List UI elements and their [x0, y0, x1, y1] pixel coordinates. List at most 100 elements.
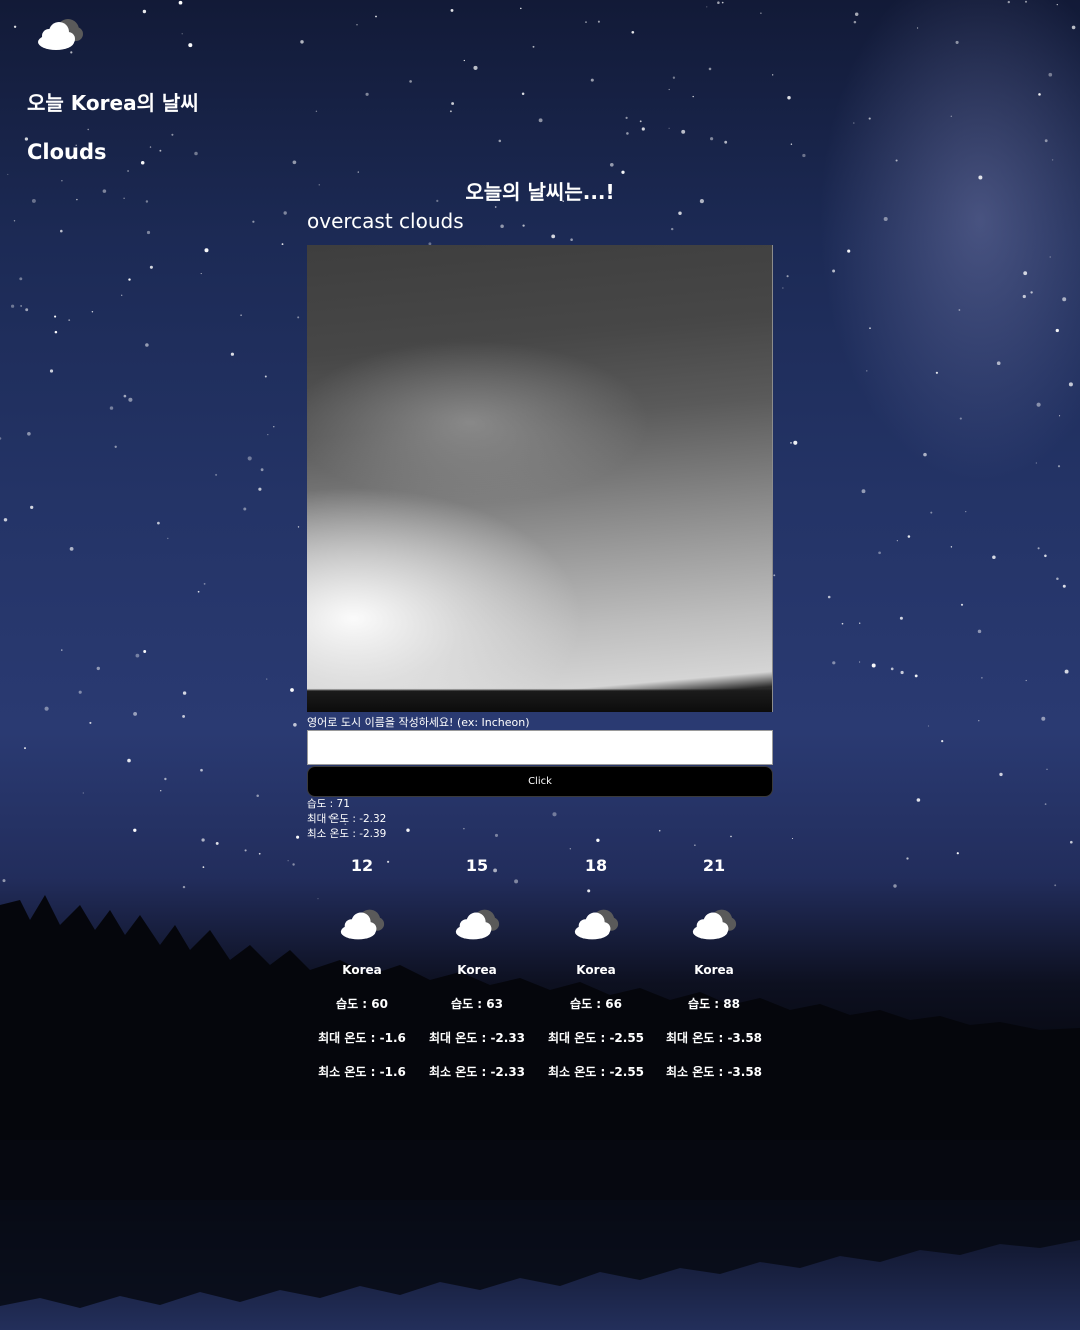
- star: [1057, 465, 1061, 468]
- star: [522, 224, 525, 227]
- current-stats: 습도 : 71 최대 온도 : -2.32 최소 온도 : -2.39: [307, 797, 386, 842]
- star: [24, 747, 26, 750]
- star: [356, 24, 358, 26]
- star: [859, 622, 861, 624]
- forecast-humidity: 습도 : 66: [570, 997, 622, 1011]
- forecast-item: 15 Korea 습도 : 63 최대 온도 : -2.33 최소 온도 : -…: [414, 852, 540, 1080]
- star: [10, 304, 15, 308]
- star: [252, 220, 255, 223]
- star: [215, 473, 218, 476]
- star: [923, 452, 927, 457]
- forecast-max-temp: 최대 온도 : -2.55: [547, 1031, 645, 1045]
- star: [1024, 0, 1028, 3]
- star: [890, 667, 894, 671]
- forecast-city: Korea: [694, 963, 734, 977]
- milky-way-glow: [820, 0, 1080, 480]
- forecast-max-temp: 최대 온도 : -3.58: [665, 1031, 763, 1045]
- star: [123, 197, 125, 199]
- star: [641, 127, 645, 131]
- star: [793, 440, 798, 445]
- star: [597, 20, 600, 23]
- star: [896, 540, 898, 542]
- forecast-min-temp: 최소 온도 : -1.6: [318, 1065, 406, 1079]
- star: [906, 857, 909, 860]
- star: [200, 273, 202, 275]
- star: [551, 234, 556, 239]
- star: [853, 122, 855, 124]
- star: [773, 574, 776, 577]
- star: [160, 790, 162, 792]
- forecast-humidity: 습도 : 63: [451, 997, 503, 1011]
- star: [145, 200, 149, 203]
- star: [240, 314, 242, 317]
- star: [708, 67, 712, 71]
- star: [730, 835, 732, 838]
- star: [639, 120, 642, 123]
- forecast-min-temp: 최소 온도 : -2.33: [428, 1065, 526, 1079]
- star: [0, 437, 2, 440]
- star: [1023, 271, 1028, 276]
- star: [409, 80, 412, 83]
- star: [521, 92, 525, 95]
- star: [127, 170, 130, 172]
- star: [202, 866, 205, 868]
- star: [1035, 462, 1037, 464]
- star: [999, 772, 1003, 777]
- star: [133, 711, 138, 716]
- star: [861, 489, 866, 494]
- star: [260, 468, 264, 472]
- max-temp-text: 최대 온도 : -2.32: [307, 813, 387, 825]
- star: [786, 275, 789, 278]
- star: [258, 852, 261, 855]
- star: [143, 650, 147, 653]
- star: [463, 827, 465, 830]
- star: [668, 88, 670, 91]
- star: [96, 666, 100, 671]
- star: [1069, 840, 1073, 844]
- city-input-label: 영어로 도시 이름을 작성하세요! (ex: Incheon): [307, 716, 530, 729]
- star: [721, 1, 724, 4]
- forecast-city: Korea: [457, 963, 497, 977]
- star: [114, 445, 117, 448]
- lake-dark-band: [0, 1140, 1080, 1200]
- forecast-time: 12: [350, 856, 374, 875]
- star: [724, 140, 728, 144]
- city-input[interactable]: [307, 730, 773, 765]
- star: [89, 721, 92, 724]
- star: [941, 739, 944, 743]
- star: [1055, 328, 1059, 333]
- star: [569, 848, 571, 850]
- forecast-item: 21 Korea 습도 : 88 최대 온도 : -3.58 최소 온도 : -…: [651, 852, 777, 1080]
- star: [182, 691, 187, 695]
- click-button[interactable]: Click: [307, 766, 773, 797]
- star: [772, 74, 774, 76]
- star: [266, 678, 268, 680]
- star: [31, 198, 36, 203]
- humidity-text: 습도 : 71: [307, 798, 350, 810]
- star: [1054, 884, 1057, 887]
- star: [76, 198, 78, 201]
- star: [30, 505, 34, 510]
- star: [596, 838, 600, 842]
- weather-photo: [307, 245, 773, 712]
- star: [670, 227, 674, 231]
- star: [710, 137, 714, 141]
- star: [930, 511, 933, 514]
- star: [692, 95, 694, 98]
- star: [61, 649, 63, 651]
- star: [69, 547, 74, 551]
- star: [1051, 159, 1054, 161]
- star: [215, 841, 219, 845]
- forecast-city: Korea: [576, 963, 616, 977]
- star: [247, 456, 252, 461]
- star: [893, 884, 897, 888]
- min-temp-text: 최소 온도 : -2.39: [307, 828, 387, 840]
- star: [2, 879, 6, 883]
- star: [1049, 256, 1051, 258]
- star: [500, 224, 504, 228]
- star: [827, 595, 831, 599]
- today-heading: 오늘의 날씨는...!: [465, 180, 615, 204]
- star: [315, 110, 318, 112]
- star: [878, 551, 881, 555]
- star: [869, 327, 871, 329]
